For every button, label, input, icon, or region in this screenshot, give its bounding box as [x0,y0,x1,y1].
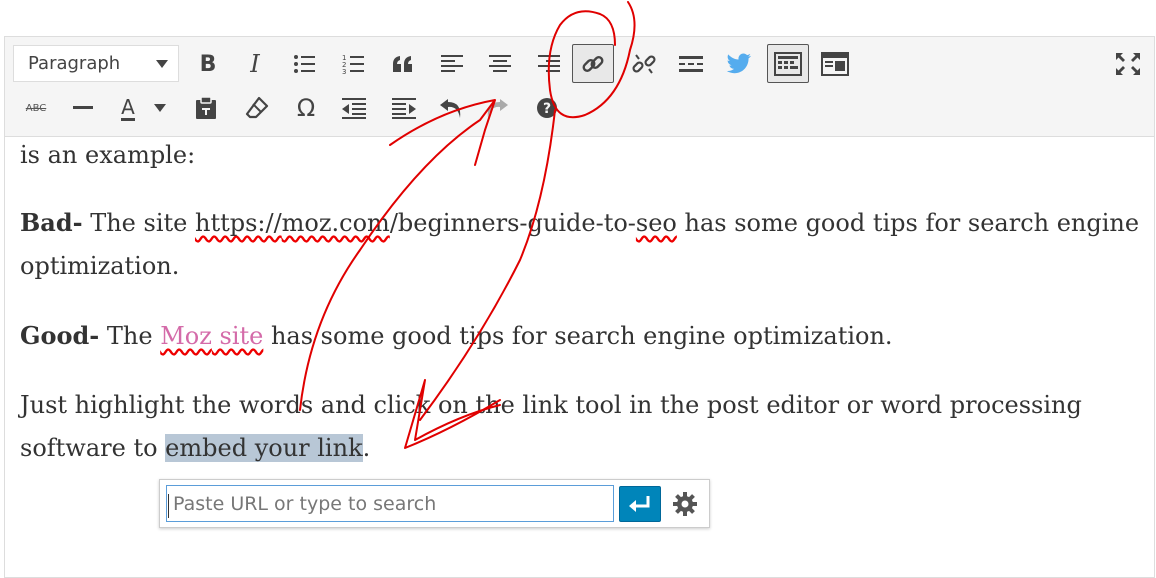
paragraph-bad: Bad- The site https://moz.com/beginners-… [20,201,1139,288]
url-search-input[interactable] [166,485,614,522]
link-popup [159,479,710,528]
toolbar-toggle-button[interactable] [767,44,809,83]
strikethrough-icon: ABC [25,102,47,114]
instructions-text-2: software to [20,434,166,462]
insert-link-icon [582,55,604,72]
bad-label: Bad- [20,208,83,237]
paste-as-text-icon [196,96,216,119]
help-icon: ? [537,98,557,118]
bad-text-1: The site [82,209,195,237]
fullscreen-button[interactable] [1109,45,1147,83]
bad-url-part-2: moz.com [281,209,390,237]
insert-link-button[interactable] [572,44,614,83]
instructions-text-3: . [362,434,371,462]
good-label: Good- [20,321,100,350]
redo-button[interactable] [478,89,516,127]
numbered-list-icon: 1 2 3 [342,54,364,75]
paragraph-intro: is an example: [20,141,196,169]
paragraph-instructions: Just highlight the words and click on th… [20,384,1082,470]
redo-icon [487,99,508,118]
italic-button[interactable]: I [236,45,274,83]
svg-text:?: ? [543,101,551,117]
remove-link-button[interactable] [625,45,663,83]
distraction-free-button[interactable] [816,45,854,83]
align-center-button[interactable] [481,45,519,83]
decrease-indent-icon [342,98,366,119]
increase-indent-button[interactable] [385,89,423,127]
undo-icon [440,99,461,118]
special-character-icon: Ω [296,94,316,122]
good-text-1: The [99,322,161,350]
bad-url-part-1: https:// [194,209,282,237]
bad-url-part-4: seo [635,209,677,237]
twitter-icon [726,53,752,74]
editor-toolbar: Paragraph B I 1 2 3 ABC A Ω ? [5,37,1154,137]
align-center-icon [489,55,511,72]
good-text-2: has some good tips for search engine opt… [263,322,893,350]
horizontal-line-button[interactable] [64,89,102,127]
text-color-dropdown[interactable] [149,89,171,127]
bold-icon: B [199,51,217,77]
help-button[interactable]: ? [528,89,566,127]
undo-button[interactable] [432,89,470,127]
instructions-text-1: Just highlight the words and click on th… [20,391,1082,419]
read-more-icon [679,56,703,72]
blockquote-icon [393,56,412,72]
clear-formatting-icon [245,96,269,119]
paste-as-text-button[interactable] [187,89,225,127]
text-color-button[interactable]: A [111,89,145,127]
bulleted-list-button[interactable] [285,45,323,83]
text-color-icon: A [121,94,135,121]
moz-site-link[interactable]: Moz site [160,322,263,350]
horizontal-line-icon [73,106,93,109]
twitter-button[interactable] [720,45,758,83]
paragraph-good: Good- The Moz site has some good tips fo… [20,314,893,358]
align-left-icon [441,55,463,72]
selected-text[interactable]: embed your link [165,434,363,462]
distraction-free-icon [821,52,849,76]
bad-url-part-3: /beginners-guide-to- [389,209,636,237]
align-right-icon [538,55,560,72]
decrease-indent-button[interactable] [335,89,373,127]
numbered-list-button[interactable]: 1 2 3 [334,45,372,83]
chevron-down-icon [156,60,168,68]
increase-indent-icon [392,98,416,119]
read-more-button[interactable] [672,45,710,83]
enter-arrow-icon [629,496,650,512]
remove-link-icon [632,54,656,74]
italic-icon: I [250,50,260,78]
bulleted-list-icon [294,55,315,73]
bad-text-3: optimization. [20,252,180,280]
fullscreen-icon [1116,53,1140,75]
format-select[interactable]: Paragraph [13,45,179,82]
format-select-value: Paragraph [28,53,121,74]
special-character-button[interactable]: Ω [287,89,325,127]
apply-link-button[interactable] [619,486,661,522]
link-options-button[interactable] [668,487,702,521]
strikethrough-button[interactable]: ABC [17,89,55,127]
align-left-button[interactable] [433,45,471,83]
bad-text-2: has some good tips for search engine [676,209,1140,237]
bold-button[interactable]: B [189,45,227,83]
blockquote-button[interactable] [384,45,422,83]
toolbar-toggle-icon [774,51,802,76]
align-right-button[interactable] [530,45,568,83]
svg-text:3: 3 [342,68,346,75]
text-cursor [168,494,169,518]
clear-formatting-button[interactable] [238,89,276,127]
chevron-down-icon [154,104,166,112]
gear-icon [673,492,697,516]
